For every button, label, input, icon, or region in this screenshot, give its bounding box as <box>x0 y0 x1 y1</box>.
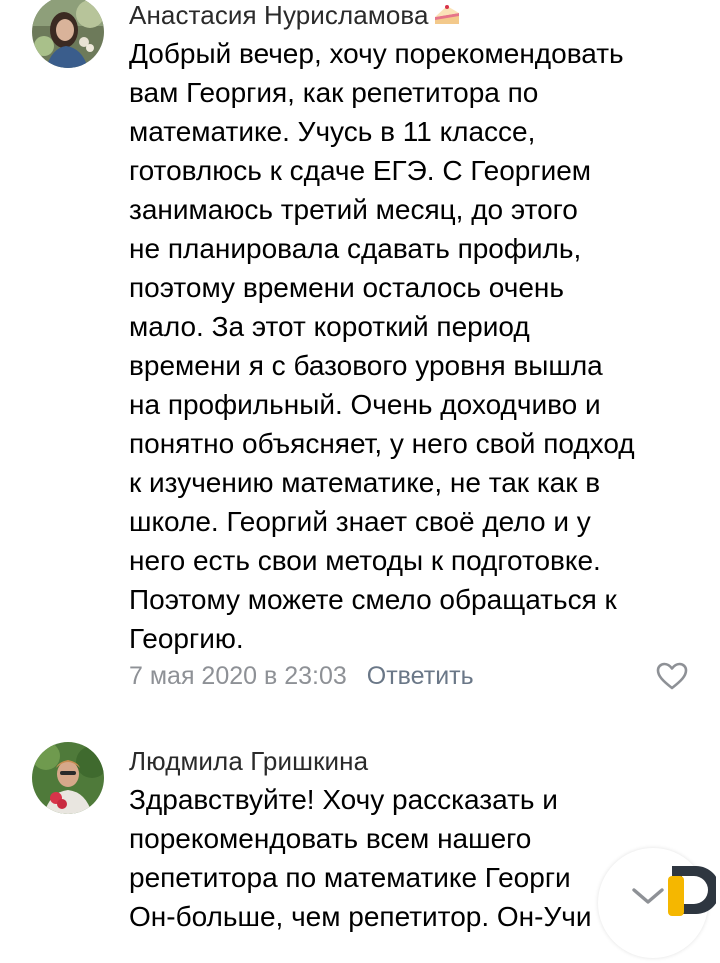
comment-item: Анастасия Нурисламова Добрый вечер, хочу… <box>0 0 720 710</box>
comment-text: Добрый вечер, хочу порекомендовать вам Г… <box>129 38 635 654</box>
comment-author[interactable]: Людмила Гришкина <box>129 746 368 776</box>
avatar[interactable] <box>32 0 104 68</box>
comment-author[interactable]: Анастасия Нурисламова <box>129 0 461 30</box>
comment-meta: 7 мая 2020 в 23:03 Ответить <box>129 661 474 691</box>
reply-button[interactable]: Ответить <box>367 662 474 690</box>
cake-icon <box>433 2 461 24</box>
heart-outline-icon[interactable] <box>655 661 689 691</box>
avatar-photo <box>32 0 104 68</box>
comment-date[interactable]: 7 мая 2020 в 23:03 <box>129 662 347 690</box>
author-name[interactable]: Анастасия Нурисламова <box>129 0 429 30</box>
app-logo-icon <box>666 862 720 920</box>
avatar[interactable] <box>32 742 104 814</box>
avatar-photo <box>32 742 104 814</box>
